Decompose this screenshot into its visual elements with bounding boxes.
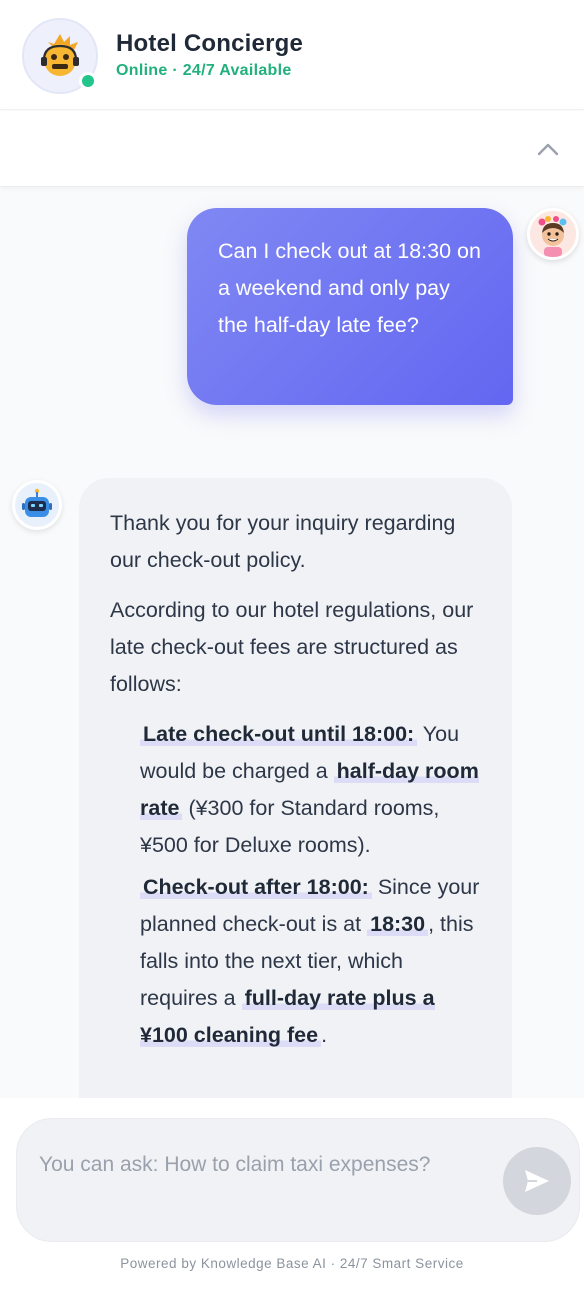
item-text: (¥300 for Standard rooms, ¥500 for Delux… (140, 796, 440, 857)
collapsible-panel-bar (0, 111, 584, 187)
online-indicator (79, 72, 97, 90)
collapse-toggle-button[interactable] (532, 135, 564, 163)
highlight-heading: Check-out after 18:00: (140, 875, 372, 899)
user-avatar (527, 208, 579, 260)
chat-header: Hotel Concierge Online · 24/7 Available (0, 0, 584, 110)
user-avatar-icon (530, 211, 576, 257)
status-text: Online · 24/7 Available (116, 62, 292, 79)
composer: Powered by Knowledge Base AI · 24/7 Smar… (0, 1098, 584, 1296)
chat-messages: Can I check out at 18:30 on a weekend an… (0, 188, 584, 1098)
highlight-heading: Late check-out until 18:00: (140, 722, 418, 746)
message-input-container (16, 1118, 580, 1242)
user-message-bubble: Can I check out at 18:30 on a weekend an… (187, 208, 513, 405)
message-input[interactable] (39, 1149, 499, 1181)
fee-list: Late check-out until 18:00: You would be… (110, 716, 486, 1054)
bot-paragraph: According to our hotel regulations, our … (110, 598, 474, 696)
send-button[interactable] (503, 1147, 571, 1215)
concierge-avatar (22, 18, 98, 94)
chevron-up-icon (537, 143, 559, 156)
concierge-mascot-icon (41, 34, 79, 76)
robot-icon (22, 488, 52, 517)
footer-text: Powered by Knowledge Base AI · 24/7 Smar… (120, 1256, 464, 1271)
highlight-text: 18:30 (367, 912, 429, 936)
bot-avatar (12, 480, 62, 530)
user-message-text: Can I check out at 18:30 on a weekend an… (218, 239, 481, 337)
list-item: Check-out after 18:00: Since your planne… (140, 869, 486, 1054)
list-item: Late check-out until 18:00: You would be… (140, 716, 486, 864)
item-text: . (321, 1023, 328, 1047)
page-title: Hotel Concierge (116, 30, 304, 57)
send-icon (525, 1170, 549, 1192)
bot-paragraph: Thank you for your inquiry regarding our… (110, 511, 456, 572)
bot-message-bubble: Thank you for your inquiry regarding our… (79, 478, 512, 1098)
